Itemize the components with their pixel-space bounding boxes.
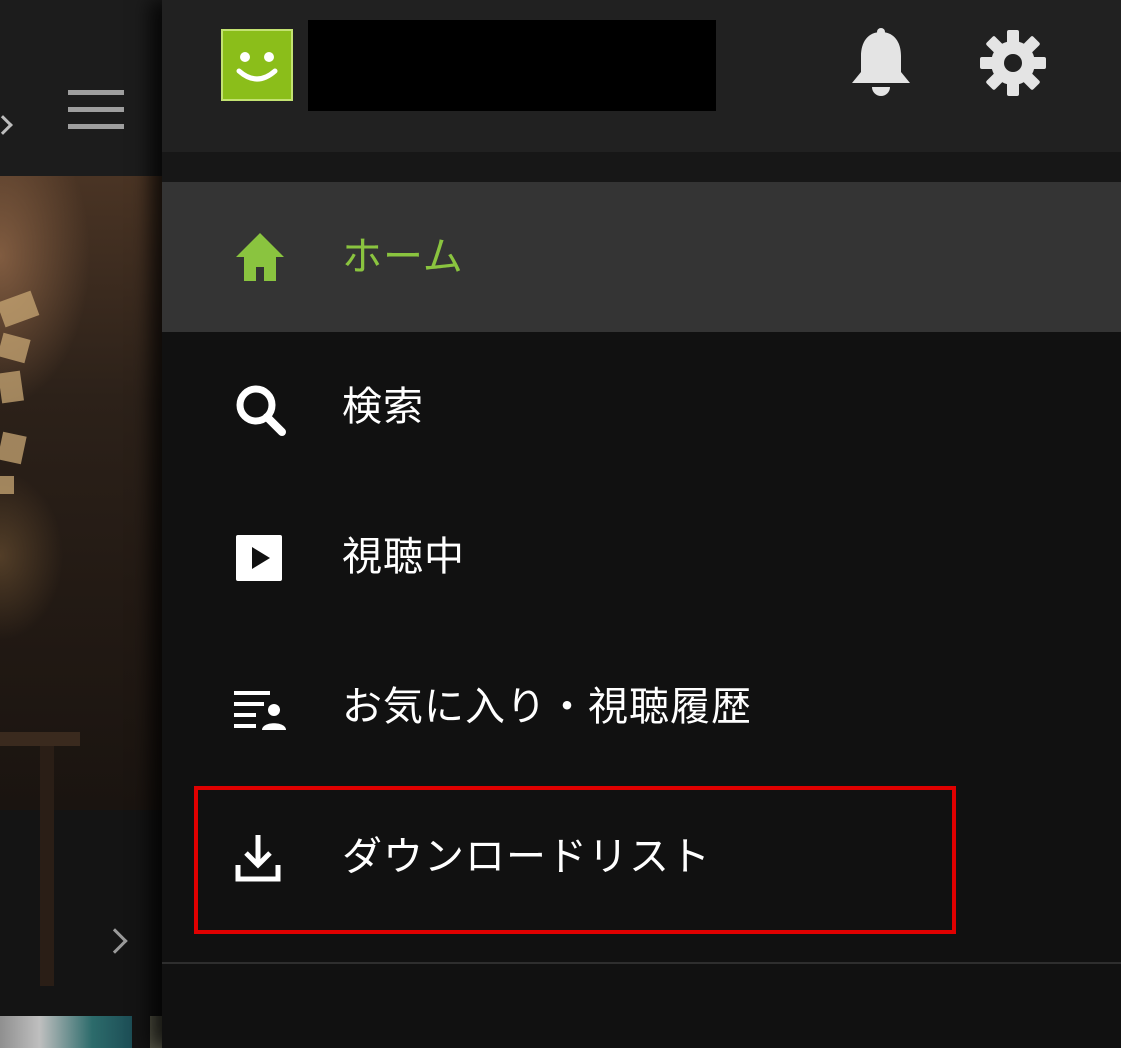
- menu-item-label: ホーム: [342, 234, 464, 280]
- background-thumbnail-edge[interactable]: [150, 1016, 162, 1048]
- menu-item-label: 検索: [342, 384, 424, 430]
- menu-item-download-list[interactable]: ダウンロードリスト: [162, 782, 1121, 932]
- account-name-redacted: [308, 20, 716, 111]
- background-thumbnail[interactable]: [0, 1016, 132, 1048]
- menu-item-favorites-history[interactable]: お気に入り・視聴履歴: [162, 632, 1121, 782]
- app-screen: ホーム 検索 視聴中 お気に入り・視聴履歴 ダウンロードリスト: [0, 0, 1121, 1048]
- background-table-leg: [40, 746, 54, 986]
- download-icon: [232, 827, 288, 887]
- home-icon: [232, 227, 288, 287]
- menu-item-watching[interactable]: 視聴中: [162, 482, 1121, 632]
- background-header: [0, 0, 162, 176]
- gear-icon[interactable]: [978, 28, 1048, 98]
- menu-item-home[interactable]: ホーム: [162, 182, 1121, 332]
- chevron-right-icon[interactable]: [102, 928, 128, 954]
- smiley-avatar-icon[interactable]: [221, 29, 293, 101]
- drawer-header: [162, 0, 1121, 152]
- search-icon: [232, 377, 288, 437]
- background-table: [0, 732, 80, 746]
- menu-item-label: ダウンロードリスト: [342, 834, 711, 880]
- header-divider-strip: [162, 152, 1121, 182]
- hamburger-menu-icon[interactable]: [68, 90, 124, 130]
- menu-divider: [162, 962, 1121, 964]
- bell-icon[interactable]: [846, 26, 916, 98]
- menu-item-label: 視聴中: [342, 534, 465, 580]
- background-app: [0, 0, 162, 1048]
- drawer-menu: ホーム 検索 視聴中 お気に入り・視聴履歴 ダウンロードリスト: [162, 182, 1121, 934]
- menu-item-search[interactable]: 検索: [162, 332, 1121, 482]
- favorites-history-icon: [232, 677, 288, 737]
- chevron-left-icon[interactable]: [0, 115, 13, 135]
- navigation-drawer: ホーム 検索 視聴中 お気に入り・視聴履歴 ダウンロードリスト: [162, 0, 1121, 1048]
- menu-item-label: お気に入り・視聴履歴: [342, 684, 752, 730]
- play-icon: [232, 527, 288, 587]
- background-hero-image[interactable]: [0, 176, 162, 986]
